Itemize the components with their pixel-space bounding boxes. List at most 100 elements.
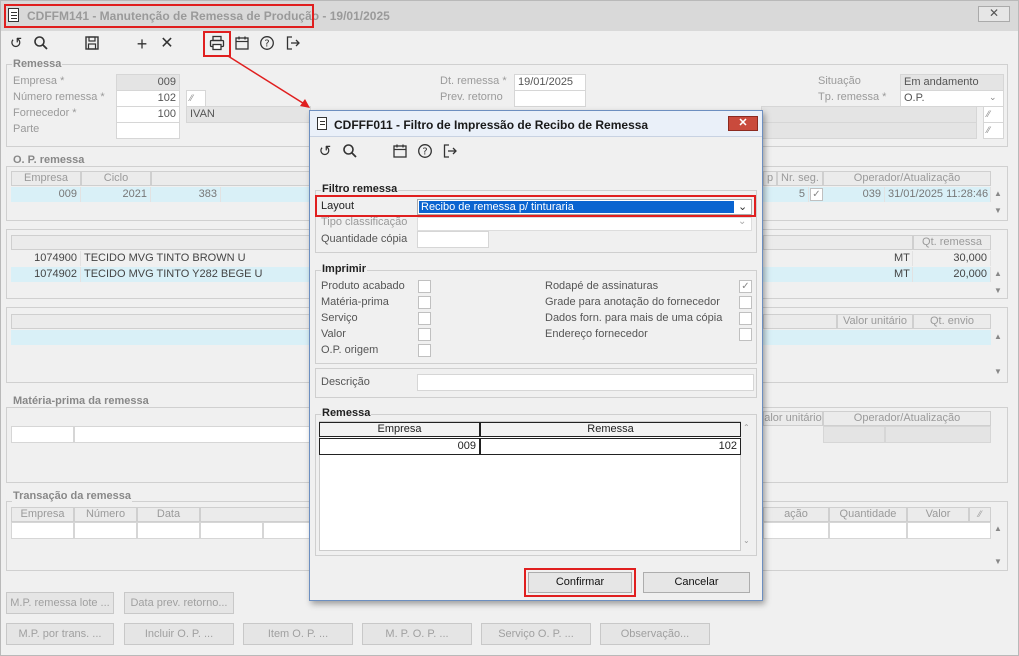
scroll-down-icon[interactable]: ▼ [994,206,1002,215]
dialog-remessa-empresa-cell[interactable]: 009 [319,438,480,455]
tr-header-quantidade[interactable]: Quantidade [829,507,907,522]
items-header-right[interactable] [763,235,913,250]
op-cell-empresa[interactable]: 009 [11,187,81,202]
op-header-p[interactable]: p [763,171,777,186]
tr-row-cell-6[interactable] [763,522,829,539]
add-icon[interactable]: + [133,35,151,53]
descricao-field[interactable] [417,374,754,391]
parte-field[interactable] [116,122,180,139]
chevron-down-icon[interactable]: ⌄ [989,92,997,103]
op-header-empresa[interactable]: Empresa [11,171,81,186]
tr-row-cell-1[interactable] [11,522,74,539]
mp-op-button[interactable]: M. P. O. P. ... [362,623,472,645]
endereco-fornecedor-checkbox[interactable] [739,328,752,341]
item-row-2-qt[interactable]: 20,000 [913,267,991,282]
save-icon[interactable] [83,35,101,53]
fornecedor-lookup-button[interactable]: ⁄⁄ [983,106,1004,123]
mp-por-trans-button[interactable]: M.P. por trans. ... [6,623,114,645]
rodape-assinaturas-checkbox[interactable]: ✓ [739,280,752,293]
grade-anotacao-checkbox[interactable] [739,296,752,309]
fornecedor-field[interactable]: 100 [116,106,180,123]
valor-checkbox[interactable] [418,328,431,341]
items-header-qt[interactable]: Qt. remessa [913,235,991,250]
tr-header-empresa[interactable]: Empresa [11,507,74,522]
dt-remessa-field[interactable]: 19/01/2025 [514,74,586,91]
tr-row-cell-5[interactable] [263,522,311,539]
items-scroll-down-icon[interactable]: ▼ [994,286,1002,295]
cancelar-button[interactable]: Cancelar [643,572,750,593]
envio-header-qt[interactable]: Qt. envio [913,314,991,329]
item-row-1-desc[interactable]: TECIDO MVG TINTO BROWN U [81,251,311,266]
numero-remessa-field[interactable]: 102 [116,90,180,107]
op-header-nr-seg[interactable]: Nr. seg. [777,171,823,186]
parte-lookup-button[interactable]: ⁄⁄ [983,122,1004,139]
dialog-undo-icon[interactable]: ↺ [316,143,334,161]
envio-scroll-up-icon[interactable]: ▲ [994,332,1002,341]
items-header-left[interactable] [11,235,311,250]
dialog-remessa-scroll-down-icon[interactable]: ⌄ [743,536,750,545]
item-row-2-unit[interactable]: MT [891,267,913,282]
tr-header-config[interactable]: ⁄⁄ [969,507,991,522]
op-cell-atualizacao[interactable]: 31/01/2025 11:28:46 [885,187,991,202]
envio-header-left[interactable] [11,314,311,329]
dialog-help-icon[interactable]: ? [416,143,434,161]
servico-checkbox[interactable] [418,312,431,325]
item-row-1-qt[interactable]: 30,000 [913,251,991,266]
item-op-button[interactable]: Item O. P. ... [243,623,353,645]
tr-header-more[interactable] [200,507,311,522]
window-close-button[interactable]: ✕ [978,6,1010,22]
mp-header-operador[interactable]: Operador/Atualização [823,411,991,426]
op-cell-operador[interactable]: 039 [823,187,885,202]
tr-row-cell-4[interactable] [200,522,263,539]
dialog-remessa-header-empresa[interactable]: Empresa [319,422,480,437]
tr-row-cell-2[interactable] [74,522,137,539]
item-row-1-unit[interactable]: MT [891,251,913,266]
incluir-op-button[interactable]: Incluir O. P. ... [124,623,234,645]
tr-row-cell-8[interactable] [907,522,991,539]
materia-prima-checkbox[interactable] [418,296,431,309]
item-row-1-code[interactable]: 1074900 [11,251,81,266]
mp-row-cell-3[interactable] [823,426,885,443]
mp-header-valor[interactable]: alor unitário [763,411,823,426]
mp-row-cell-2[interactable] [74,426,311,443]
tr-row-cell-7[interactable] [829,522,907,539]
calendar-icon[interactable] [233,35,251,53]
tr-header-valor[interactable]: Valor [907,507,969,522]
tipo-classificacao-select[interactable]: ⌄ [417,216,752,231]
dados-forn-checkbox[interactable] [739,312,752,325]
mp-remessa-lote-button[interactable]: M.P. remessa lote ... [6,592,114,614]
op-cell-nr-seg[interactable]: 5 [777,187,809,202]
quantidade-copia-field[interactable] [417,231,489,248]
mp-row-cell-4[interactable] [885,426,991,443]
dialog-remessa-remessa-cell[interactable]: 102 [480,438,741,455]
help-icon[interactable]: ? [258,35,276,53]
mp-row-cell-1[interactable] [11,426,74,443]
op-row-checkbox[interactable]: ✓ [810,188,823,201]
dialog-calendar-icon[interactable] [391,143,409,161]
item-row-2-desc[interactable]: TECIDO MVG TINTO Y282 BEGE U [81,267,311,282]
op-header-ciclo[interactable]: Ciclo [81,171,151,186]
envio-header-valor[interactable]: Valor unitário [837,314,913,329]
tr-header-acao[interactable]: ação [763,507,829,522]
exit-icon[interactable] [284,35,302,53]
tr-header-data[interactable]: Data [137,507,200,522]
empresa-field[interactable]: 009 [116,74,180,91]
dialog-remessa-header-remessa[interactable]: Remessa [480,422,741,437]
dialog-search-icon[interactable] [341,143,359,161]
item-row-2-code[interactable]: 1074902 [11,267,81,282]
op-cell-op[interactable]: 383 [151,187,221,202]
tr-scroll-down-icon[interactable]: ▼ [994,557,1002,566]
envio-scroll-down-icon[interactable]: ▼ [994,367,1002,376]
dialog-remessa-scroll-up-icon[interactable]: ⌃ [743,423,750,432]
undo-icon[interactable]: ↺ [7,35,25,53]
scroll-up-icon[interactable]: ▲ [994,189,1002,198]
produto-acabado-checkbox[interactable] [418,280,431,293]
dialog-close-button[interactable]: ✕ [728,116,758,131]
servico-op-button[interactable]: Serviço O. P. ... [481,623,591,645]
tr-row-cell-3[interactable] [137,522,200,539]
op-header-operador[interactable]: Operador/Atualização [823,171,991,186]
search-icon[interactable] [32,35,50,53]
op-cell-ciclo[interactable]: 2021 [81,187,151,202]
dialog-exit-icon[interactable] [441,143,459,161]
tr-scroll-up-icon[interactable]: ▲ [994,524,1002,533]
